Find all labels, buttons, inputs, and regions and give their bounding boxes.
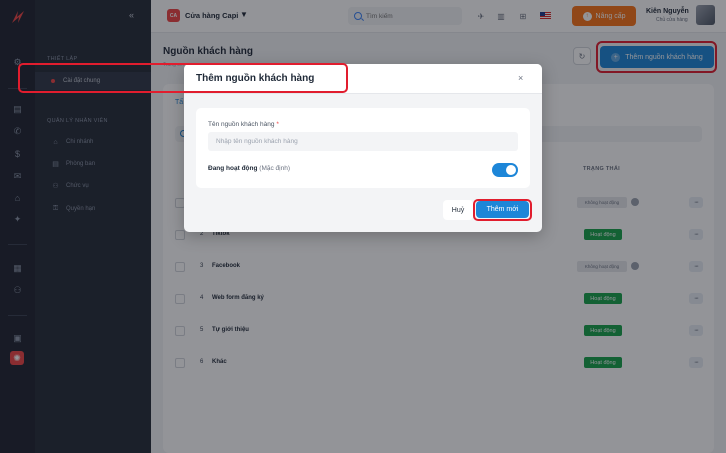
- highlight-name-field: [18, 63, 348, 93]
- close-icon[interactable]: ×: [518, 73, 523, 83]
- highlight-submit-button: [473, 199, 532, 221]
- active-label-text: Đang hoạt động: [208, 165, 258, 172]
- field-label-text: Tên nguồn khách hàng: [208, 121, 275, 128]
- source-name-input[interactable]: [208, 132, 518, 151]
- active-toggle-label: Đang hoạt động (Mặc định): [208, 165, 290, 172]
- active-hint: (Mặc định): [259, 165, 290, 172]
- source-name-label: Tên nguồn khách hàng *: [208, 121, 279, 128]
- required-mark: *: [276, 121, 279, 128]
- dialog-body: Tên nguồn khách hàng * Đang hoạt động (M…: [196, 108, 530, 188]
- cancel-button[interactable]: Huỷ: [443, 200, 473, 220]
- active-toggle[interactable]: [492, 163, 518, 177]
